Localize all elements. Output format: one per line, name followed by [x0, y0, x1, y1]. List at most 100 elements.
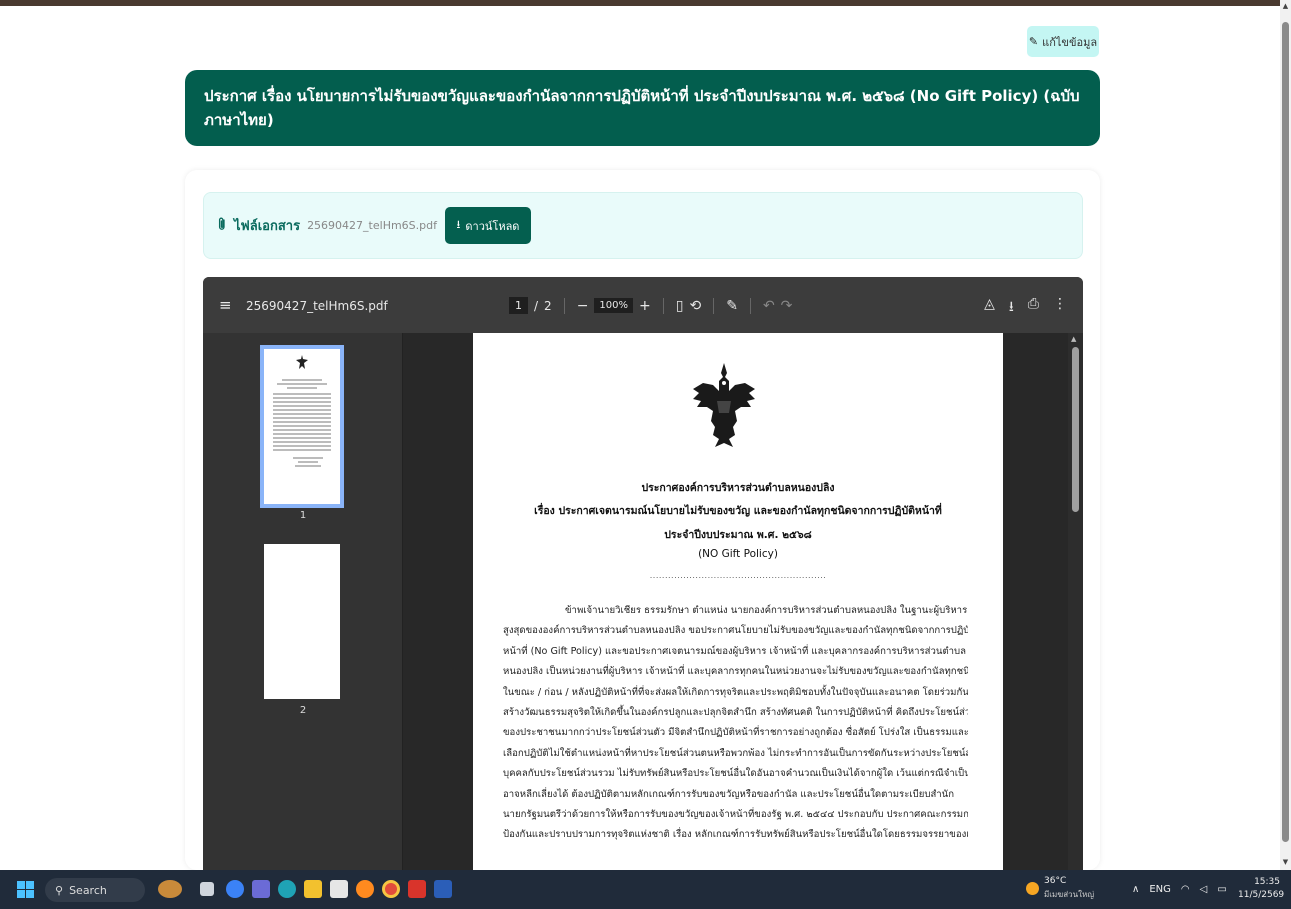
teams-icon[interactable] — [252, 880, 270, 898]
attachment-filename: 25690427_telHm6S.pdf — [307, 219, 437, 232]
firefox-icon[interactable] — [356, 880, 374, 898]
pdf-actions: ◬ ⭳ ⎙ ⋮ — [984, 296, 1067, 320]
doc-body-line: หน้าที่ (No Gift Policy) และขอประกาศเจตน… — [503, 645, 967, 657]
attachment-label: ไฟล์เอกสาร — [234, 219, 301, 234]
taskbar-search[interactable]: ⚲ Search — [45, 878, 145, 902]
zoom-out-icon[interactable]: − — [577, 298, 589, 314]
toolbar-divider — [713, 297, 715, 314]
doc-body-line: สูงสุดขององค์การบริหารส่วนตำบลหนองปลิง ข… — [503, 625, 968, 637]
download-button-label: ดาวน์โหลด — [465, 219, 520, 233]
page-scrollbar-thumb[interactable] — [1282, 22, 1289, 842]
toolbar-divider — [563, 297, 565, 314]
scroll-up-icon[interactable]: ▲ — [1281, 2, 1290, 11]
store-icon[interactable] — [330, 880, 348, 898]
document-page: ประกาศองค์การบริหารส่วนตำบลหนองปลิง เรื่… — [473, 333, 1003, 870]
doc-body-line: หนองปลิง เป็นหน่วยงานที่ผู้บริหาร เจ้าหน… — [503, 666, 968, 678]
edit-button[interactable]: ✎ แก้ไขข้อมูล — [1027, 26, 1099, 57]
task-view-icon[interactable] — [200, 882, 214, 896]
doc-heading-1: ประกาศองค์การบริหารส่วนตำบลหนองปลิง — [641, 482, 835, 494]
menu-icon[interactable]: ≡ — [219, 296, 232, 314]
document-scrollbar-thumb[interactable] — [1072, 347, 1079, 512]
doc-body-line: อาจหลีกเลี่ยงได้ ต้องปฏิบัติตามหลักเกณฑ์… — [503, 788, 955, 800]
doc-body-line: ของประชาชนมากกว่าประโยชน์ส่วนตัว มีจิตสำ… — [503, 727, 968, 739]
thumbnail-panel: 1 2 — [203, 333, 403, 870]
thumbnail-text-lines — [273, 379, 331, 469]
browser-top-strip — [0, 0, 1280, 6]
pencil-icon: ✎ — [1028, 35, 1039, 48]
weather-temp: 36°C — [1044, 876, 1067, 886]
acrobat-icon[interactable] — [408, 880, 426, 898]
page-title: ประกาศ เรื่อง นโยบายการไม่รับของขวัญและข… — [204, 87, 1080, 129]
weather-desc: มีเมฆส่วนใหญ่ — [1044, 890, 1095, 899]
widgets-icon[interactable] — [158, 880, 182, 898]
thumbnail-emblem-icon — [296, 355, 308, 369]
volume-icon[interactable]: ◁ — [1200, 884, 1208, 895]
current-page-input[interactable]: 1 — [509, 297, 528, 314]
doc-body-line: สร้างวัฒนธรรมสุจริตให้เกิดขึ้นในองค์กรปล… — [503, 707, 968, 719]
clock-time: 15:35 — [1254, 877, 1280, 887]
toolbar-divider — [749, 297, 751, 314]
page-title-banner: ประกาศ เรื่อง นโยบายการไม่รับของขวัญและข… — [185, 70, 1100, 146]
language-indicator[interactable]: ENG — [1149, 884, 1171, 895]
doc-body-line: ในขณะ / ก่อน / หลังปฏิบัติหน้าที่ที่จะส่… — [503, 686, 968, 698]
drive-save-icon[interactable]: ◬ — [984, 296, 995, 320]
doc-heading-3: ประจำปีงบประมาณ พ.ศ. ๒๕๖๘ — [664, 529, 812, 541]
garuda-emblem-icon — [693, 363, 755, 447]
pdf-filename: 25690427_telHm6S.pdf — [246, 299, 388, 313]
redo-icon[interactable]: ↷ — [781, 298, 793, 314]
undo-icon[interactable]: ↶ — [763, 298, 775, 314]
doc-body-line: ข้าพเจ้านายวิเชียร ธรรมรักษา ตำแหน่ง นาย… — [565, 605, 968, 616]
attachment-bar: ไฟล์เอกสาร 25690427_telHm6S.pdf ⭳ ดาวน์โ… — [203, 192, 1083, 259]
doc-heading-2: เรื่อง ประกาศเจตนารมณ์นโยบายไม่รับของขวั… — [534, 505, 942, 517]
windows-start-icon[interactable] — [17, 881, 34, 898]
page-controls: 1 / 2 − 100% + ▯ ⟲ ✎ ↶ ↷ — [509, 297, 792, 314]
doc-divider-dots: ........................................… — [649, 571, 827, 580]
word-icon[interactable] — [434, 880, 452, 898]
wifi-icon[interactable]: ◠ — [1181, 884, 1190, 895]
document-scrollbar[interactable]: ▲ — [1068, 333, 1083, 870]
fit-page-icon[interactable]: ▯ — [676, 298, 684, 314]
paperclip-icon — [217, 217, 227, 235]
page-thumbnail-2[interactable] — [264, 544, 340, 699]
toolbar-divider — [662, 297, 664, 314]
doc-heading-4: (NO Gift Policy) — [698, 548, 778, 560]
page-scrollbar[interactable]: ▲ ▼ — [1280, 0, 1291, 870]
thumbnail-label-1: 1 — [299, 510, 307, 521]
page-thumbnail-1[interactable] — [260, 345, 344, 508]
page-separator: / — [534, 298, 539, 313]
zoom-input[interactable]: 100% — [594, 298, 634, 313]
chrome-icon[interactable] — [382, 880, 400, 898]
battery-icon[interactable]: ▭ — [1217, 884, 1226, 895]
total-pages: 2 — [544, 298, 552, 313]
thumbnail-label-2: 2 — [299, 705, 307, 716]
system-tray: ∧ ENG ◠ ◁ ▭ — [1132, 884, 1227, 895]
more-options-icon[interactable]: ⋮ — [1053, 296, 1067, 320]
sun-icon — [1026, 882, 1039, 895]
zoom-in-icon[interactable]: + — [639, 298, 651, 314]
copilot-icon[interactable] — [226, 880, 244, 898]
search-icon: ⚲ — [55, 883, 64, 897]
doc-body-line: นายกรัฐมนตรีว่าด้วยการให้หรือการรับของขว… — [503, 809, 968, 821]
edit-button-label: แก้ไขข้อมูล — [1042, 35, 1098, 49]
annotate-icon[interactable]: ✎ — [726, 298, 738, 314]
pdf-download-icon[interactable]: ⭳ — [1009, 296, 1014, 320]
download-button[interactable]: ⭳ ดาวน์โหลด — [445, 207, 531, 244]
rotate-icon[interactable]: ⟲ — [689, 298, 701, 314]
pdf-viewer: ≡ 25690427_telHm6S.pdf 1 / 2 − 100% + ▯ … — [203, 277, 1083, 870]
doc-body-line: บุคคลกับประโยชน์ส่วนรวม ไม่รับทรัพย์สินห… — [503, 768, 968, 780]
clock-date: 11/5/2569 — [1238, 890, 1285, 900]
document-area: ประกาศองค์การบริหารส่วนตำบลหนองปลิง เรื่… — [403, 333, 1083, 870]
doc-body-line: ป้องกันและปราบปรามการทุจริตแห่งชาติ เรื่… — [503, 829, 968, 841]
doc-body-line: เลือกปฏิบัติไม่ใช้ตำแหน่งหน้าที่หาประโยช… — [503, 747, 968, 759]
taskbar: ⚲ Search 36°C มีเมฆส่วนใหญ่ ∧ ENG ◠ ◁ ▭ … — [0, 870, 1291, 909]
file-explorer-icon[interactable] — [304, 880, 322, 898]
scroll-down-icon[interactable]: ▼ — [1281, 858, 1290, 867]
pdf-toolbar: ≡ 25690427_telHm6S.pdf 1 / 2 − 100% + ▯ … — [203, 277, 1083, 333]
doc-scroll-up-icon[interactable]: ▲ — [1071, 335, 1076, 343]
download-icon: ⭳ — [456, 218, 461, 231]
system-clock[interactable]: 15:35 11/5/2569 — [1238, 876, 1285, 902]
print-icon[interactable]: ⎙ — [1028, 296, 1039, 320]
taskbar-search-label: Search — [69, 883, 107, 897]
show-hidden-icons-icon[interactable]: ∧ — [1132, 884, 1139, 895]
edge-icon[interactable] — [278, 880, 296, 898]
